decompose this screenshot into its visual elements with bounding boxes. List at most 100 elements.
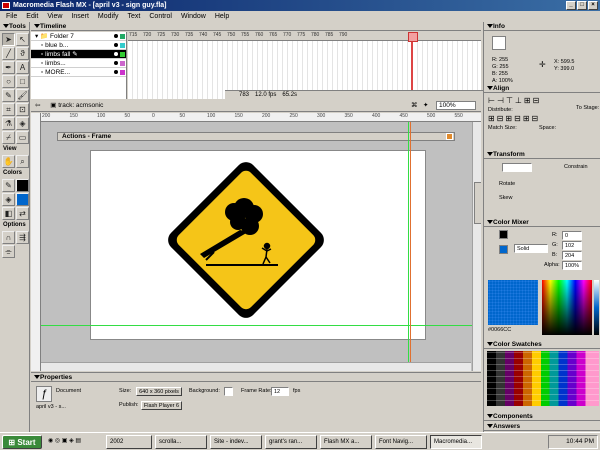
oval-tool-icon[interactable]: ○	[2, 75, 15, 88]
menu-edit[interactable]: Edit	[24, 11, 40, 22]
close-button[interactable]: ×	[588, 1, 598, 10]
visibility-icon[interactable]	[114, 52, 118, 56]
width-scale-field[interactable]	[502, 163, 532, 172]
answers-header[interactable]: Answers	[484, 422, 600, 431]
skew-label[interactable]: Skew	[499, 194, 512, 203]
line-tool-icon[interactable]: ╱	[2, 47, 15, 60]
visibility-icon[interactable]	[114, 43, 118, 47]
frame-ruler-tick[interactable]: 785	[324, 32, 338, 40]
fill-swatch[interactable]	[499, 245, 508, 254]
color-mixer-header[interactable]: Color Mixer	[484, 218, 600, 227]
subselect-tool-icon[interactable]: ↖	[16, 33, 29, 46]
green-field[interactable]: 102	[562, 241, 582, 250]
arrow-tool-icon[interactable]: ➤	[2, 33, 15, 46]
visibility-icon[interactable]	[114, 70, 118, 74]
pen-tool-icon[interactable]: ✒	[2, 61, 15, 74]
eraser-tool-icon[interactable]: ▭	[16, 131, 29, 144]
color-swatches-header[interactable]: Color Swatches	[484, 340, 600, 349]
sign-artwork[interactable]	[91, 151, 425, 339]
zoom-tool-icon[interactable]: ⌕	[16, 155, 29, 168]
brush-tool-icon[interactable]: 🖌	[16, 89, 29, 102]
menu-control[interactable]: Control	[147, 11, 174, 22]
transform-header[interactable]: Transform	[484, 150, 600, 159]
menu-help[interactable]: Help	[213, 11, 231, 22]
frame-ruler-tick[interactable]: 760	[254, 32, 268, 40]
rectangle-tool-icon[interactable]: □	[16, 75, 29, 88]
hand-tool-icon[interactable]: ✋	[2, 155, 15, 168]
frame-ruler-tick[interactable]: 790	[338, 32, 352, 40]
frame-ruler-tick[interactable]: 755	[240, 32, 254, 40]
tools-header[interactable]: Tools	[0, 22, 29, 31]
quicklaunch-icons[interactable]: ◉ ◎ ▣ ◈ ▤	[45, 435, 103, 449]
swatch-grid[interactable]	[487, 351, 599, 406]
edit-symbol-icon[interactable]: ✦	[423, 100, 428, 112]
frame-ruler-tick[interactable]: 735	[184, 32, 198, 40]
layer-row-active[interactable]: ▫ limbs fall ✎	[31, 50, 126, 59]
frame-grid[interactable]: 715 720 725 730 735 740 745 750 755 760 765 770 775 7…	[128, 32, 578, 99]
window-title-bar[interactable]: Macromedia Flash MX - [april v3 - sign g…	[0, 0, 600, 11]
zoom-select[interactable]: 100%	[436, 101, 476, 110]
actions-close-icon[interactable]	[446, 133, 453, 140]
frame-ruler-tick[interactable]: 725	[156, 32, 170, 40]
stage-area[interactable]: 200 150 100 50 0 50 100 150 200 250 300 350 400 450 50…	[31, 113, 481, 371]
constrain-label[interactable]: Constrain	[564, 163, 588, 172]
publish-settings-button[interactable]: Flash Player 6	[141, 401, 182, 410]
red-field[interactable]: 0	[562, 231, 582, 240]
frame-ruler-tick[interactable]: 775	[296, 32, 310, 40]
frame-ruler[interactable]: 715 720 725 730 735 740 745 750 755 760 765 770 775 7…	[128, 32, 481, 41]
ink-bottle-tool-icon[interactable]: ⚗	[2, 117, 15, 130]
timeline-header[interactable]: Timeline	[31, 22, 481, 31]
rotate-label[interactable]: Rotate	[499, 180, 515, 189]
distribute-buttons[interactable]: ⊞⊟⊞⊟⊞⊟	[488, 114, 540, 123]
stroke-color-icon[interactable]: ✎	[2, 179, 15, 192]
frame-rate-field[interactable]: 12	[271, 387, 289, 396]
visibility-icon[interactable]	[114, 61, 118, 65]
taskbar-button[interactable]: grant's ran...	[265, 434, 317, 449]
taskbar-button[interactable]: scrolla...	[155, 434, 207, 449]
background-color-swatch[interactable]	[224, 387, 233, 396]
menu-window[interactable]: Window	[179, 11, 208, 22]
frame-ruler-tick[interactable]: 720	[142, 32, 156, 40]
fill-transform-tool-icon[interactable]: ⊡	[16, 103, 29, 116]
stage-canvas[interactable]	[90, 150, 426, 340]
fill-style-select[interactable]: Solid	[514, 244, 548, 253]
snap-magnet-icon[interactable]: ∩	[2, 231, 15, 244]
layer-row[interactable]: ▫ blue b...	[31, 41, 126, 50]
fill-color-icon[interactable]: ◈	[2, 193, 15, 206]
align-header[interactable]: Align	[484, 84, 600, 93]
system-tray[interactable]: 10:44 PM	[548, 435, 598, 449]
color-spectrum[interactable]	[542, 280, 592, 335]
pencil-tool-icon[interactable]: ✎	[2, 89, 15, 102]
minimize-button[interactable]: _	[566, 1, 576, 10]
menu-view[interactable]: View	[45, 11, 64, 22]
components-header[interactable]: Components	[484, 412, 600, 421]
alpha-field[interactable]: 100%	[562, 261, 582, 270]
stroke-color-swatch[interactable]	[16, 179, 29, 192]
taskbar-button[interactable]: Font Navig...	[375, 434, 427, 449]
playhead-marker[interactable]	[408, 32, 418, 99]
frame-ruler-tick[interactable]: 715	[128, 32, 142, 40]
paint-bucket-tool-icon[interactable]: ◈	[16, 117, 29, 130]
brightness-slider[interactable]	[594, 280, 599, 335]
taskbar-button[interactable]: Flash MX a...	[320, 434, 372, 449]
menu-modify[interactable]: Modify	[96, 11, 121, 22]
lasso-tool-icon[interactable]: ϑ	[16, 47, 29, 60]
properties-header[interactable]: Properties	[31, 373, 481, 382]
info-header[interactable]: Info	[484, 22, 600, 31]
maximize-button[interactable]: □	[577, 1, 587, 10]
start-button[interactable]: ⊞ Start	[2, 434, 42, 449]
vertical-scrollbar[interactable]	[472, 122, 481, 371]
taskbar-button[interactable]: Site - indev...	[210, 434, 262, 449]
frame-ruler-tick[interactable]: 740	[198, 32, 212, 40]
actions-frame-panel[interactable]: Actions - Frame	[57, 132, 455, 141]
straighten-option-icon[interactable]: ⌯	[2, 245, 15, 258]
taskbar-button-active[interactable]: Macromedia...	[430, 434, 482, 449]
frame-ruler-tick[interactable]: 745	[212, 32, 226, 40]
menu-insert[interactable]: Insert	[69, 11, 91, 22]
free-transform-tool-icon[interactable]: ⌗	[2, 103, 15, 116]
text-tool-icon[interactable]: A	[16, 61, 29, 74]
smooth-option-icon[interactable]: ⇶	[16, 231, 29, 244]
frame-ruler-tick[interactable]: 770	[282, 32, 296, 40]
guide-line-horizontal[interactable]	[41, 325, 481, 326]
stroke-swatch[interactable]	[499, 230, 508, 239]
